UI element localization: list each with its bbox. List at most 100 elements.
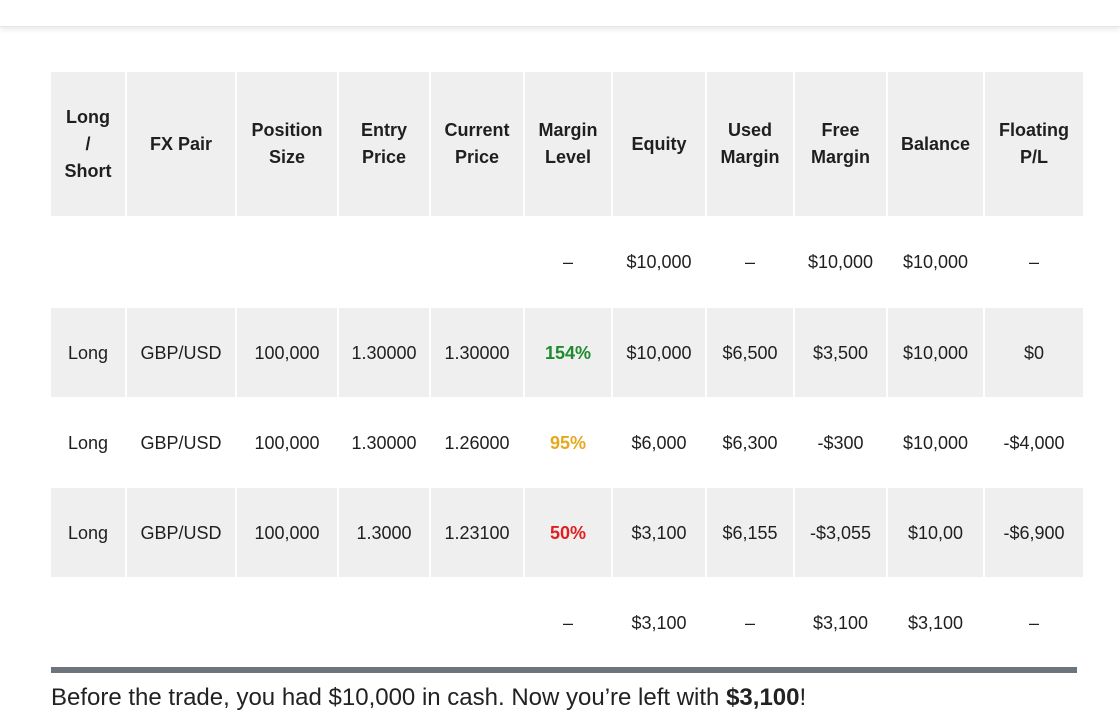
header-text: Size: [268, 147, 306, 167]
table-cell: $6,500: [707, 308, 793, 397]
header-text: Used: [727, 120, 772, 140]
table-cell: Long: [51, 488, 125, 577]
table-cell: [237, 216, 337, 308]
header-text: Level: [544, 147, 592, 167]
table-cell: 1.23100: [431, 488, 523, 577]
header-text: Current: [444, 120, 510, 140]
table-cell: GBP/USD: [127, 308, 235, 397]
table-cell: –: [707, 216, 793, 308]
table-cell: Long: [51, 397, 125, 488]
caption-end: !: [799, 684, 807, 711]
table-cell: [431, 577, 523, 669]
header-text: Margin: [720, 147, 780, 167]
margin-level-cell: –: [525, 577, 611, 669]
table-cell: $10,00: [888, 488, 983, 577]
header-cell: Long / Short: [51, 72, 125, 216]
table-cell: $3,500: [795, 308, 886, 397]
table-row: – $3,100– $3,100 $3,100–: [51, 577, 1083, 669]
header-text: /: [85, 133, 91, 154]
margin-level-cell: –: [525, 216, 611, 308]
margin-level-cell: 95%: [525, 397, 611, 488]
table-cell: $6,300: [707, 397, 793, 488]
header-cell: Free Margin: [795, 72, 886, 216]
margin-level-cell: 154%: [525, 308, 611, 397]
header-text: P/L: [1019, 147, 1048, 167]
table-cell: $3,100: [613, 488, 705, 577]
caption: Before the trade, you had $10,000 in cas…: [51, 684, 806, 712]
table-cell: 1.30000: [339, 308, 429, 397]
margin-level-cell: 50%: [525, 488, 611, 577]
table-cell: -$6,900: [985, 488, 1083, 577]
table-cell: [51, 577, 125, 669]
table-cell: 1.26000: [431, 397, 523, 488]
margin-table: Long / Short FX Pair Position Size Entry Price C…: [49, 72, 1085, 669]
caption-text: Before the trade, you had $10,000 in cas…: [51, 684, 727, 711]
header-row: Long / Short FX Pair Position Size Entry Price C…: [51, 72, 1083, 216]
header-cell: Current Price: [431, 72, 523, 216]
header-cell: Balance: [888, 72, 983, 216]
table-cell: [127, 577, 235, 669]
table-cell: $3,100: [613, 577, 705, 669]
header-text: Balance: [900, 133, 971, 154]
table-cell: -$3,055: [795, 488, 886, 577]
table-cell: Long: [51, 308, 125, 397]
header-text: Margin: [538, 120, 598, 140]
table-cell: $6,000: [613, 397, 705, 488]
table-row: Long GBP/USD 100,000 1.30000 1.26000 95% $6,00…: [51, 397, 1083, 488]
header-cell: Entry Price: [339, 72, 429, 216]
table-row: – $10,000– $10,000 $10,000–: [51, 216, 1083, 308]
table-cell: 1.30000: [431, 308, 523, 397]
table-cell: $3,100: [888, 577, 983, 669]
table-cell: 100,000: [237, 308, 337, 397]
table-cell: $10,000: [888, 397, 983, 488]
table-cell: –: [707, 577, 793, 669]
table-cell: $0: [985, 308, 1083, 397]
table-cell: $6,155: [707, 488, 793, 577]
header-text: Margin: [810, 147, 870, 167]
table-cell: –: [985, 216, 1083, 308]
table-cell: 1.3000: [339, 488, 429, 577]
header-text: Short: [64, 160, 112, 181]
header-text: Position: [251, 120, 323, 140]
table-cell: 100,000: [237, 397, 337, 488]
table-cell: [431, 216, 523, 308]
header-cell: Used Margin: [707, 72, 793, 216]
header-cell: Position Size: [237, 72, 337, 216]
header-text: Long: [66, 106, 110, 127]
table-row: Long GBP/USD 100,000 1.30000 1.30000 154% $10,…: [51, 308, 1083, 397]
header-text: Price: [454, 147, 500, 167]
table-cell: -$300: [795, 397, 886, 488]
header-text: Entry: [360, 120, 407, 140]
header-cell: Margin Level: [525, 72, 611, 216]
table-cell: $10,000: [888, 308, 983, 397]
caption-amount: $3,100: [726, 684, 800, 711]
table-cell: 100,000: [237, 488, 337, 577]
header-text: Floating: [999, 120, 1069, 140]
header-cell: Equity: [613, 72, 705, 216]
top-bar: [0, 0, 1120, 27]
table-cell: [127, 216, 235, 308]
table-cell: $10,000: [795, 216, 886, 308]
header-text: Free: [821, 120, 860, 140]
header-text: Price: [361, 147, 407, 167]
table-cell: GBP/USD: [127, 397, 235, 488]
table-cell: $3,100: [795, 577, 886, 669]
table-cell: $10,000: [613, 308, 705, 397]
table-cell: $10,000: [613, 216, 705, 308]
table-cell: [237, 577, 337, 669]
table-cell: GBP/USD: [127, 488, 235, 577]
table-cell: [339, 216, 429, 308]
table-cell: -$4,000: [985, 397, 1083, 488]
table-cell: $10,000: [888, 216, 983, 308]
header-cell: FX Pair: [127, 72, 235, 216]
table-cell: [51, 216, 125, 308]
header-text: FX Pair: [149, 133, 213, 154]
header-cell: Floating P/L: [985, 72, 1083, 216]
header-text: Equity: [631, 133, 687, 154]
bottom-divider: [51, 667, 1077, 673]
table-body: – $10,000– $10,000 $10,000– Long GBP/USD 100,0…: [51, 216, 1083, 669]
table-cell: –: [985, 577, 1083, 669]
table-cell: [339, 577, 429, 669]
table-row: Long GBP/USD 100,000 1.3000 1.23100 50% $3,100…: [51, 488, 1083, 577]
table-cell: 1.30000: [339, 397, 429, 488]
